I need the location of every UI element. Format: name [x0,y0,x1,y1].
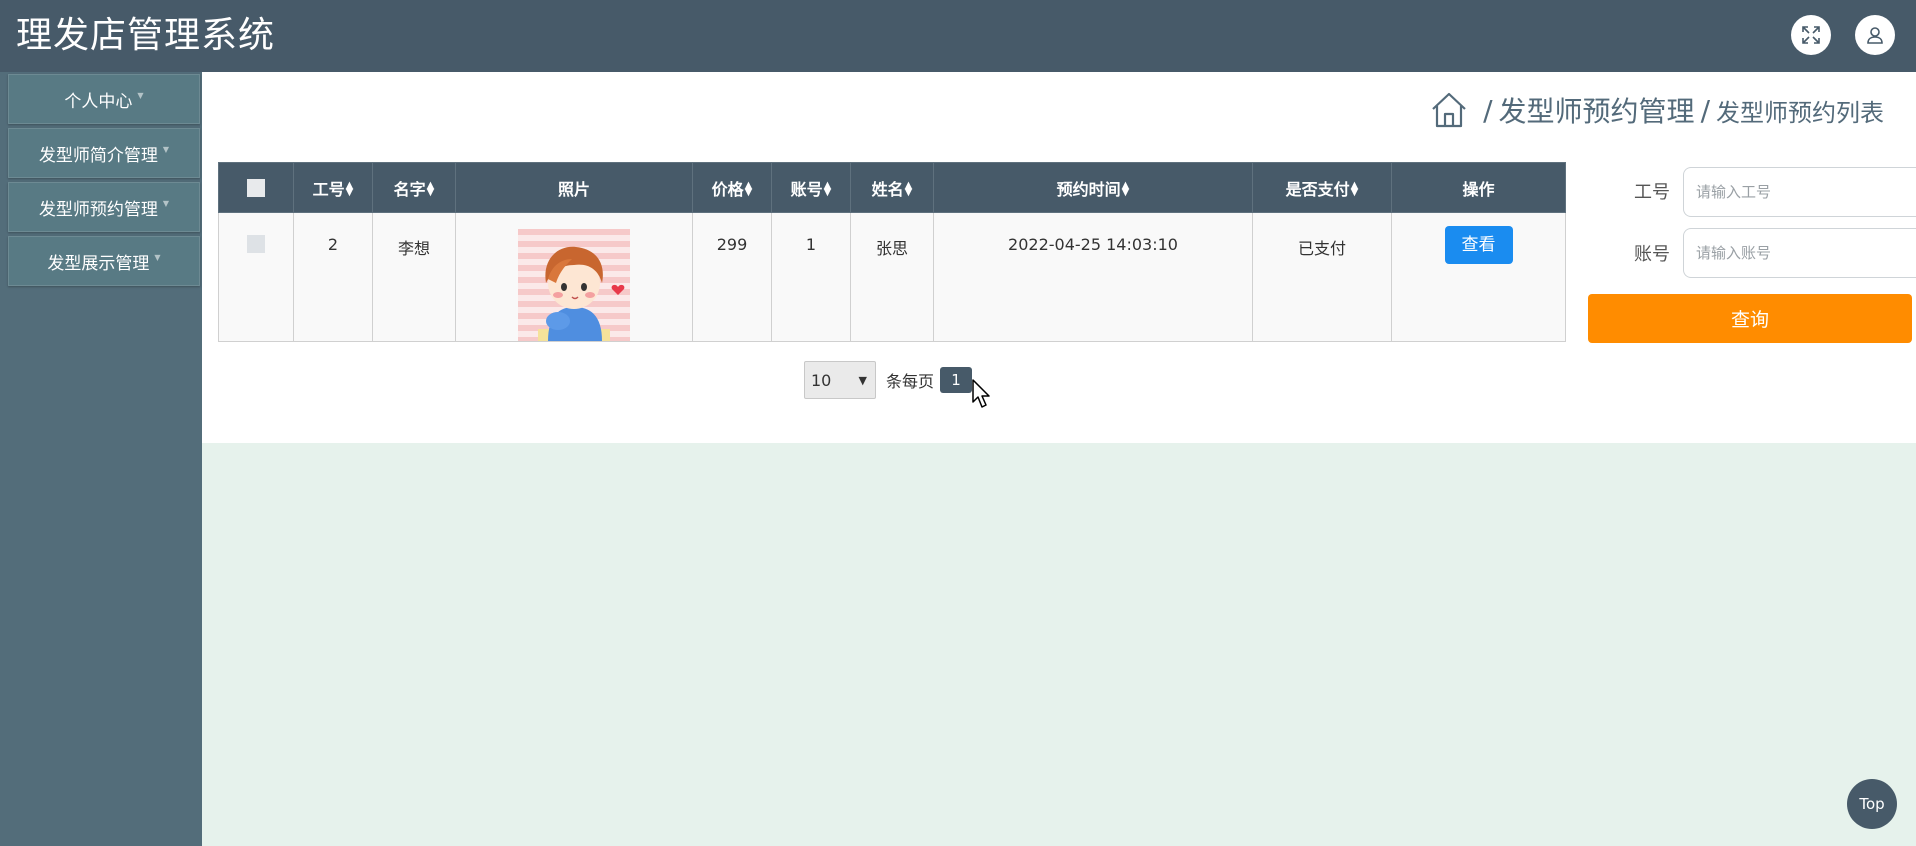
column-header-paid[interactable]: 是否支付 ▲ ▼ [1252,162,1392,213]
query-button[interactable]: 查询 [1588,294,1912,343]
sidebar-item-stylist-booking[interactable]: 发型师预约管理 ▼ [8,182,200,232]
cell-action: 查看 [1391,212,1566,342]
pagination: 10 ▼ 条每页 1 [804,361,973,399]
caret-down-icon: ▼ [162,198,170,208]
caret-down-icon: ▼ [154,252,161,262]
page-size-value: 10 [811,370,832,390]
id-search-label: 工号 [1634,182,1670,203]
top-header: 理发店管理系统 [0,0,1916,72]
mouse-cursor-icon [972,379,990,408]
sidebar-item-hairstyle-showcase[interactable]: 发型展示管理 ▼ [8,236,200,286]
breadcrumb-separator: / [1700,93,1710,127]
column-header-price[interactable]: 价格 ▲ ▼ [692,162,772,213]
select-all-checkbox[interactable] [218,162,294,213]
cell-name: 李想 [372,212,456,342]
sidebar-item-label: 发型师预约管理 [38,199,158,220]
table-row: 2 李想 299 1 张思 2022-04-25 14:03:10 已支付 查看 [218,212,1566,342]
sort-icon: ▲ ▼ [823,180,832,198]
caret-down-icon: ▼ [137,90,144,100]
sort-icon: ▲ ▼ [426,180,435,198]
dropdown-arrow-icon: ▼ [858,373,867,387]
view-button[interactable]: 查看 [1444,226,1513,264]
cell-price: 299 [692,212,772,342]
sidebar-item-stylist-profile[interactable]: 发型师简介管理 ▼ [8,128,200,178]
page-number-button[interactable]: 1 [940,367,973,393]
sort-icon: ▲ ▼ [1350,180,1359,198]
cell-time: 2022-04-25 14:03:10 [933,212,1253,342]
app-title: 理发店管理系统 [16,15,276,56]
user-icon [1867,27,1883,44]
id-search-input[interactable] [1683,167,1916,217]
booking-table: 工号 ▲ ▼ 名字 ▲ ▼ 照片 价格 ▲ ▼ 账号 ▲ ▼ 姓名 ▲ ▼ 预约时间 ▲ ▼ 是否支付 ▲… [218,162,1566,342]
account-search-label: 账号 [1634,244,1670,265]
user-button[interactable] [1855,15,1895,55]
row-checkbox[interactable] [218,212,294,342]
expand-icon [1802,26,1820,44]
table-header-row: 工号 ▲ ▼ 名字 ▲ ▼ 照片 价格 ▲ ▼ 账号 ▲ ▼ 姓名 ▲ ▼ 预约时间 ▲ ▼ 是否支付 ▲… [218,162,1566,213]
column-header-action: 操作 [1391,162,1566,213]
sidebar-item-personal-center[interactable]: 个人中心 ▼ [8,74,200,124]
breadcrumb: / 发型师预约管理 / 发型师预约列表 [1429,90,1884,130]
avatar [538,246,625,341]
sidebar-item-label: 发型师简介管理 [38,145,158,166]
cell-id: 2 [293,212,373,342]
page-size-select[interactable]: 10 ▼ [804,361,876,399]
column-header-customer[interactable]: 姓名 ▲ ▼ [850,162,934,213]
sidebar-item-label: 个人中心 [64,91,133,112]
caret-down-icon: ▼ [162,144,170,154]
column-header-account[interactable]: 账号 ▲ ▼ [771,162,851,213]
sort-icon: ▲ ▼ [744,180,753,198]
sidebar-item-label: 发型展示管理 [47,253,150,274]
stylist-photo [518,229,630,341]
back-to-top-button[interactable]: Top [1847,779,1897,829]
column-header-time[interactable]: 预约时间 ▲ ▼ [933,162,1253,213]
cell-account: 1 [771,212,851,342]
breadcrumb-level1[interactable]: 发型师预约管理 [1499,90,1695,130]
sort-icon: ▲ ▼ [345,180,354,198]
breadcrumb-separator: / [1483,93,1493,127]
sort-icon: ▲ ▼ [904,180,913,198]
account-search-input[interactable] [1683,228,1916,278]
breadcrumb-level2: 发型师预约列表 [1716,98,1884,127]
fullscreen-button[interactable] [1791,15,1831,55]
home-icon[interactable] [1429,90,1469,130]
cell-paid: 已支付 [1252,212,1392,342]
sort-icon: ▲ ▼ [1121,180,1130,198]
sidebar: 个人中心 ▼ 发型师简介管理 ▼ 发型师预约管理 ▼ 发型展示管理 ▼ [0,72,202,846]
column-header-photo: 照片 [455,162,693,213]
column-header-name[interactable]: 名字 ▲ ▼ [372,162,456,213]
cell-photo [455,212,693,342]
per-page-label: 条每页 [886,372,935,391]
cell-customer: 张思 [850,212,934,342]
column-header-id[interactable]: 工号 ▲ ▼ [293,162,373,213]
